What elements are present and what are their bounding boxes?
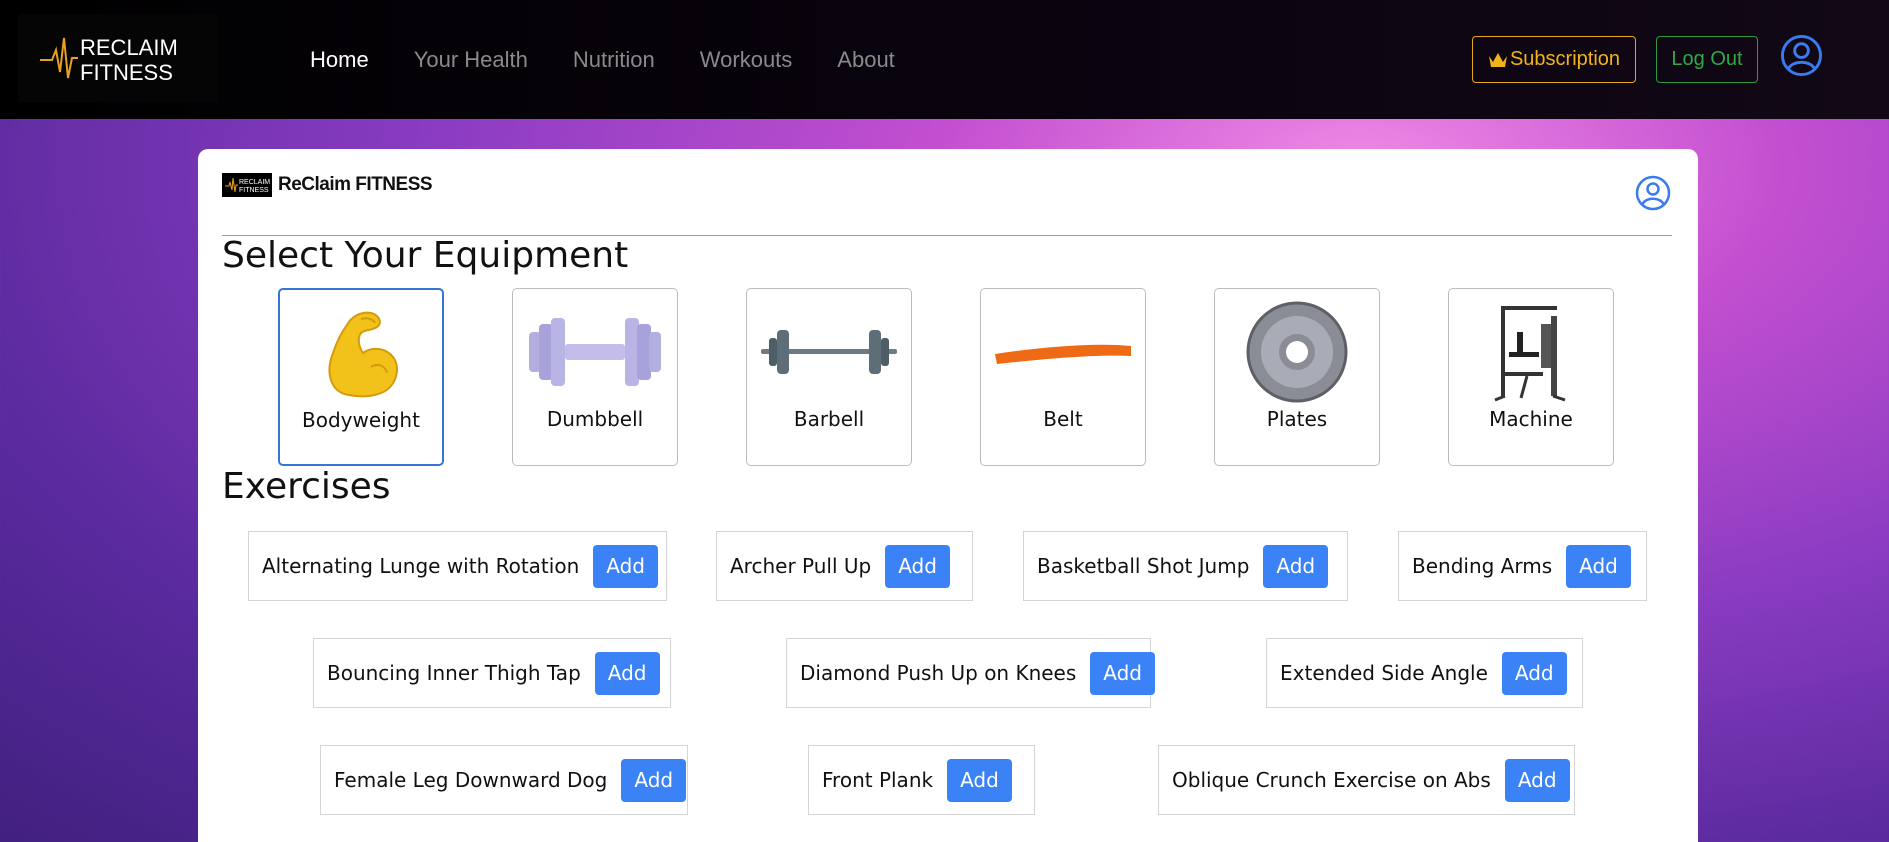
nav-link-about[interactable]: About (837, 47, 895, 73)
exercise-item: Diamond Push Up on Knees Add (786, 638, 1156, 708)
equipment-label: Bodyweight (302, 408, 420, 432)
add-exercise-button[interactable]: Add (621, 758, 687, 802)
svg-text:RECLAIM: RECLAIM (239, 179, 270, 186)
exercise-item: Female Leg Downward Dog Add (320, 745, 688, 815)
reclaim-fitness-logo-icon: RECLAIM FITNESS (225, 177, 270, 194)
exercise-item: Bouncing Inner Thigh Tap Add (313, 638, 671, 708)
resistance-band-icon (995, 344, 1131, 364)
crown-icon (1488, 52, 1507, 67)
gym-machine-icon (1494, 306, 1566, 402)
equipment-dumbbell[interactable]: Dumbbell (512, 288, 678, 466)
equipment-label: Plates (1266, 407, 1328, 431)
user-profile-icon[interactable] (1635, 175, 1671, 211)
equipment-selector: Bodyweight Dumbbell Barbell Belt Plates … (278, 288, 1618, 466)
logout-button[interactable]: Log Out (1656, 36, 1758, 83)
equipment-bodyweight[interactable]: Bodyweight (278, 288, 444, 466)
exercise-name: Bouncing Inner Thigh Tap (327, 661, 581, 685)
equipment-heading: Select Your Equipment (222, 235, 629, 276)
equipment-label: Machine (1489, 407, 1573, 431)
add-exercise-button[interactable]: Add (594, 651, 660, 695)
exercise-item: Basketball Shot Jump Add (1023, 531, 1348, 601)
equipment-belt[interactable]: Belt (980, 288, 1146, 466)
equipment-label: Barbell (793, 407, 865, 431)
equipment-plates[interactable]: Plates (1214, 288, 1380, 466)
add-exercise-button[interactable]: Add (593, 544, 658, 588)
brand-logo[interactable]: RECLAIM FITNESS (18, 14, 218, 102)
add-exercise-button[interactable]: Add (1566, 544, 1631, 588)
weight-plate-icon (1246, 301, 1348, 403)
user-profile-icon[interactable] (1780, 34, 1823, 77)
nav-link-workouts[interactable]: Workouts (700, 47, 793, 73)
dumbbell-icon (529, 318, 661, 386)
equipment-machine[interactable]: Machine (1448, 288, 1614, 466)
exercise-name: Oblique Crunch Exercise on Abs (1172, 768, 1491, 792)
exercises-heading: Exercises (222, 466, 391, 507)
add-exercise-button[interactable]: Add (1090, 651, 1156, 695)
reclaim-fitness-logo-icon: RECLAIM FITNESS (40, 35, 178, 85)
exercise-name: Female Leg Downward Dog (334, 768, 608, 792)
card-header: RECLAIM FITNESS ReClaim FITNESS (222, 173, 433, 197)
add-exercise-button[interactable]: Add (1504, 758, 1570, 802)
nav-link-your-health[interactable]: Your Health (414, 47, 528, 73)
exercise-name: Alternating Lunge with Rotation (262, 554, 580, 578)
nav-link-nutrition[interactable]: Nutrition (573, 47, 655, 73)
exercise-item: Archer Pull Up Add (716, 531, 973, 601)
exercise-name: Diamond Push Up on Knees (800, 661, 1077, 685)
equipment-barbell[interactable]: Barbell (746, 288, 912, 466)
flexed-bicep-icon (328, 311, 398, 398)
exercise-name: Extended Side Angle (1280, 661, 1488, 685)
exercise-name: Archer Pull Up (730, 554, 872, 578)
exercise-name: Basketball Shot Jump (1037, 554, 1250, 578)
svg-text:FITNESS: FITNESS (239, 187, 269, 194)
equipment-label: Belt (1043, 407, 1083, 431)
workout-builder-card: RECLAIM FITNESS ReClaim FITNESS Select Y… (198, 149, 1698, 842)
add-exercise-button[interactable]: Add (885, 544, 950, 588)
exercise-item: Front Plank Add (808, 745, 1035, 815)
top-navbar: RECLAIM FITNESS Home Your Health Nutriti… (0, 0, 1889, 119)
exercise-item: Oblique Crunch Exercise on Abs Add (1158, 745, 1575, 815)
exercise-name: Bending Arms (1412, 554, 1553, 578)
svg-text:FITNESS: FITNESS (80, 60, 173, 85)
add-exercise-button[interactable]: Add (947, 758, 1012, 802)
mini-brand-logo: RECLAIM FITNESS (222, 173, 272, 197)
subscription-button[interactable]: Subscription (1472, 36, 1636, 83)
card-brand-title: ReClaim FITNESS (278, 174, 433, 195)
exercise-item: Bending Arms Add (1398, 531, 1647, 601)
equipment-label: Dumbbell (546, 407, 644, 431)
svg-text:RECLAIM: RECLAIM (80, 35, 178, 60)
add-exercise-button[interactable]: Add (1501, 651, 1567, 695)
add-exercise-button[interactable]: Add (1263, 544, 1329, 588)
nav-link-home[interactable]: Home (310, 47, 369, 73)
exercise-name: Front Plank (822, 768, 934, 792)
exercise-item: Extended Side Angle Add (1266, 638, 1583, 708)
barbell-icon (761, 330, 897, 374)
exercise-item: Alternating Lunge with Rotation Add (248, 531, 667, 601)
subscription-label: Subscription (1509, 48, 1621, 70)
nav-links: Home Your Health Nutrition Workouts Abou… (310, 0, 895, 119)
